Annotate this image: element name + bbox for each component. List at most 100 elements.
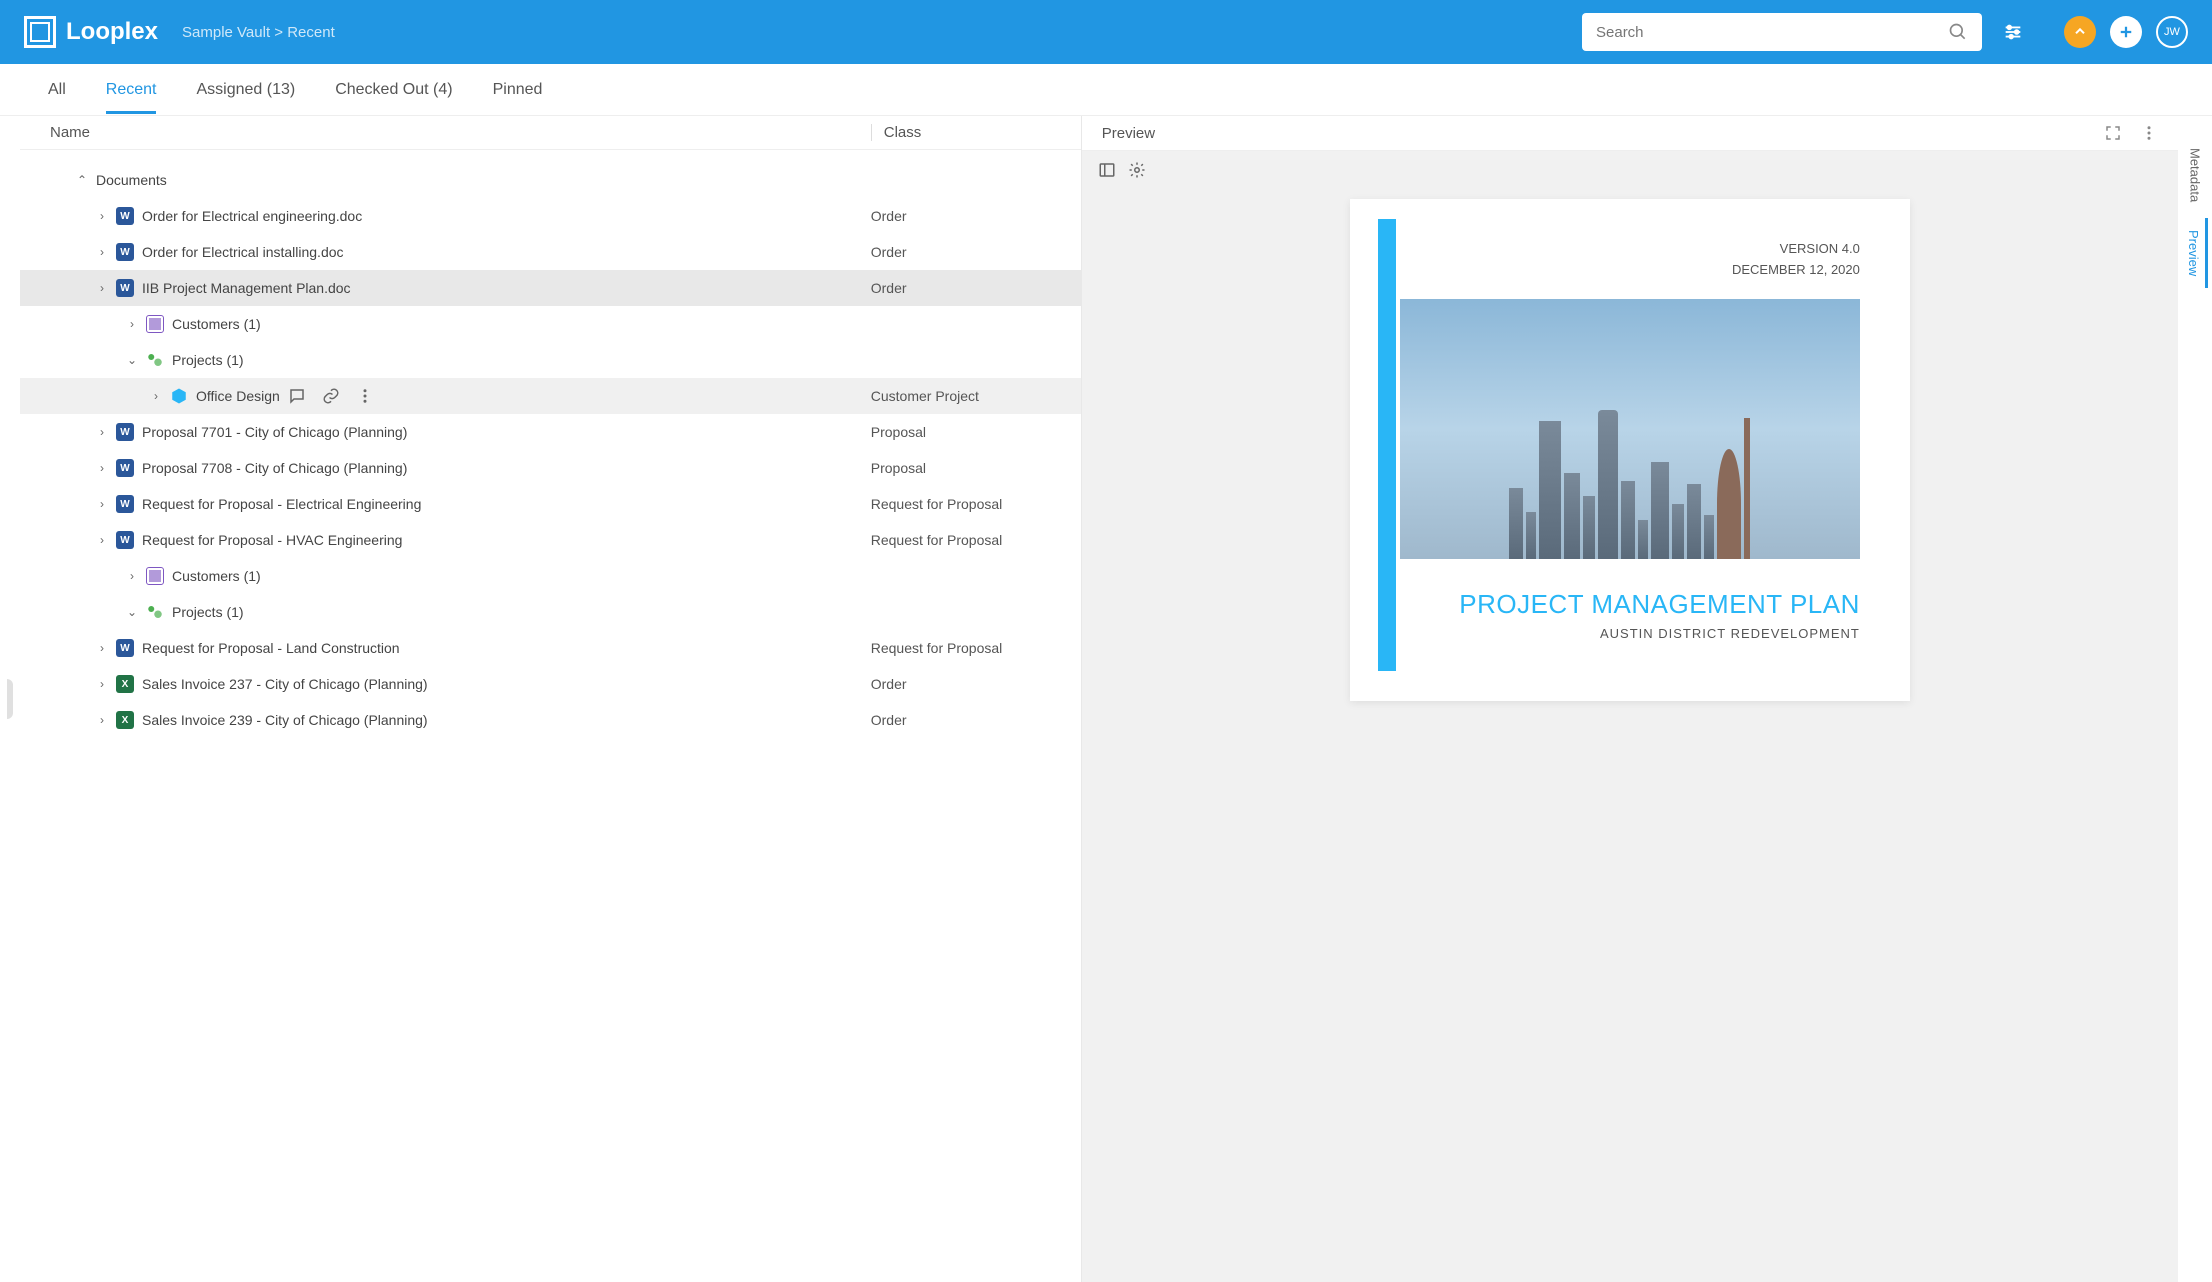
customers-icon <box>146 567 164 585</box>
comment-icon[interactable] <box>288 387 306 405</box>
list-pane: Name Class ⌃ Documents › W Order for Elect… <box>20 116 1082 1282</box>
column-class[interactable]: Class <box>871 124 1051 141</box>
row-name: Order for Electrical installing.doc <box>142 244 344 260</box>
word-icon: W <box>116 207 134 225</box>
chevron-down-icon[interactable]: ⌄ <box>126 605 138 619</box>
preview-title: Preview <box>1102 125 1155 142</box>
logo[interactable]: Looplex <box>24 16 158 48</box>
row-class: Order <box>871 280 1051 296</box>
doc-hero-image <box>1400 299 1860 559</box>
tab-recent[interactable]: Recent <box>106 67 157 113</box>
search-input[interactable] <box>1596 24 1948 41</box>
tab-all[interactable]: All <box>48 67 66 113</box>
tree-row[interactable]: ⌄ Projects (1) <box>20 594 1081 630</box>
tree-row[interactable]: ›WRequest for Proposal - Electrical Engi… <box>20 486 1081 522</box>
gear-icon[interactable] <box>1128 161 1146 179</box>
tree-row[interactable]: ⌄Projects (1) <box>20 342 1081 378</box>
tree-row[interactable]: › Office Design Customer Project <box>20 378 1081 414</box>
excel-icon: X <box>116 675 134 693</box>
row-name: Sales Invoice 237 - City of Chicago (Pla… <box>142 676 428 692</box>
column-name[interactable]: Name <box>50 124 871 141</box>
row-name: Sales Invoice 239 - City of Chicago (Pla… <box>142 712 428 728</box>
chevron-down-icon[interactable]: ⌄ <box>126 353 138 367</box>
word-icon: W <box>116 531 134 549</box>
chevron-right-icon[interactable]: › <box>96 281 108 295</box>
tree-row[interactable]: › W IIB Project Management Plan.doc Order <box>20 270 1081 306</box>
row-name: Order for Electrical engineering.doc <box>142 208 362 224</box>
row-name: Projects (1) <box>172 604 244 620</box>
collapse-handle[interactable] <box>0 116 20 1282</box>
tab-checked[interactable]: Checked Out (4) <box>335 67 452 113</box>
tree-row[interactable]: › X Sales Invoice 237 - City of Chicago (P… <box>20 666 1081 702</box>
filter-icon[interactable] <box>2002 21 2024 43</box>
row-name: Office Design <box>196 388 280 404</box>
tree-row[interactable]: › W Proposal 7708 - City of Chicago (Plann… <box>20 450 1081 486</box>
row-class: Proposal <box>871 424 1051 440</box>
word-icon: W <box>116 423 134 441</box>
tree-row[interactable]: ›WRequest for Proposal - HVAC Engineerin… <box>20 522 1081 558</box>
chevron-right-icon[interactable]: › <box>96 425 108 439</box>
row-class: Order <box>871 208 1051 224</box>
fullscreen-icon[interactable] <box>2104 124 2122 142</box>
row-name: Proposal 7708 - City of Chicago (Plannin… <box>142 460 407 476</box>
tree-group-documents[interactable]: ⌃ Documents <box>20 162 1081 198</box>
project-box-icon <box>170 387 188 405</box>
chevron-right-icon[interactable]: › <box>126 317 138 331</box>
chevron-right-icon[interactable]: › <box>126 569 138 583</box>
doc-title: PROJECT MANAGEMENT PLAN <box>1400 589 1860 620</box>
tree-row[interactable]: › Customers (1) <box>20 558 1081 594</box>
tree-row[interactable]: › Customers (1) <box>20 306 1081 342</box>
chevron-right-icon[interactable]: › <box>96 713 108 727</box>
row-name: Customers (1) <box>172 316 261 332</box>
side-tab-preview[interactable]: Preview <box>2182 218 2208 288</box>
tree-row[interactable]: › W Request for Proposal - Land Constructi… <box>20 630 1081 666</box>
more-icon[interactable] <box>356 387 374 405</box>
sidebar-toggle-icon[interactable] <box>1098 161 1116 179</box>
word-icon: W <box>116 243 134 261</box>
chevron-up-icon[interactable]: ⌃ <box>76 173 88 187</box>
chevron-right-icon[interactable]: › <box>96 245 108 259</box>
sync-button[interactable] <box>2064 16 2096 48</box>
side-tab-metadata[interactable]: Metadata <box>2184 136 2207 214</box>
row-class: Order <box>871 712 1051 728</box>
tree-row[interactable]: › W Order for Electrical engineering.doc Or… <box>20 198 1081 234</box>
excel-icon: X <box>116 711 134 729</box>
search-box[interactable] <box>1582 13 1982 51</box>
row-name: Proposal 7701 - City of Chicago (Plannin… <box>142 424 407 440</box>
row-class: Proposal <box>871 460 1051 476</box>
breadcrumb[interactable]: Sample Vault > Recent <box>182 24 335 41</box>
row-name: Customers (1) <box>172 568 261 584</box>
logo-icon <box>24 16 56 48</box>
row-name: Request for Proposal - Land Construction <box>142 640 400 656</box>
add-button[interactable] <box>2110 16 2142 48</box>
chevron-right-icon[interactable]: › <box>96 677 108 691</box>
chevron-right-icon[interactable]: › <box>96 209 108 223</box>
word-icon: W <box>116 459 134 477</box>
chevron-right-icon[interactable]: › <box>96 533 108 547</box>
row-class: Order <box>871 244 1051 260</box>
tree-row[interactable]: › W Order for Electrical installing.doc Ord… <box>20 234 1081 270</box>
doc-version: VERSION 4.0 <box>1400 239 1860 260</box>
chevron-right-icon[interactable]: › <box>150 389 162 403</box>
word-icon: W <box>116 639 134 657</box>
avatar[interactable]: JW <box>2156 16 2188 48</box>
chevron-right-icon[interactable]: › <box>96 641 108 655</box>
link-icon[interactable] <box>322 387 340 405</box>
tab-pinned[interactable]: Pinned <box>493 67 543 113</box>
tree-row[interactable]: › X Sales Invoice 239 - City of Chicago (P… <box>20 702 1081 738</box>
search-icon[interactable] <box>1948 22 1968 42</box>
list-header: Name Class <box>20 116 1081 150</box>
doc-date: DECEMBER 12, 2020 <box>1400 260 1860 281</box>
tab-assigned[interactable]: Assigned (13) <box>196 67 295 113</box>
chevron-right-icon[interactable]: › <box>96 497 108 511</box>
row-name: Request for Proposal - Electrical Engine… <box>142 496 421 512</box>
tree-row[interactable]: › W Proposal 7701 - City of Chicago (Plann… <box>20 414 1081 450</box>
row-class: Order <box>871 676 1051 692</box>
row-class: Request for Proposal <box>871 640 1051 656</box>
row-class: Customer Project <box>871 388 1051 404</box>
group-label: Documents <box>96 172 167 188</box>
row-name: IIB Project Management Plan.doc <box>142 280 351 296</box>
word-icon: W <box>116 279 134 297</box>
more-icon[interactable] <box>2140 124 2158 142</box>
chevron-right-icon[interactable]: › <box>96 461 108 475</box>
